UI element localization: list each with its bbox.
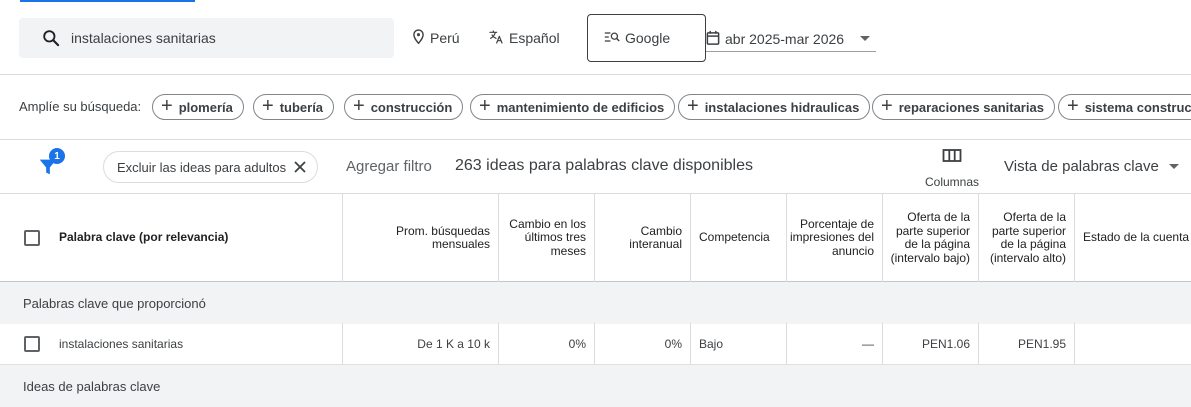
language-label: Español xyxy=(509,30,560,46)
header-bid-high[interactable]: Oferta de la parte superior de la página… xyxy=(979,194,1074,282)
location-label: Perú xyxy=(430,30,460,46)
exclude-adult-ideas-chip[interactable]: Excluir las ideas para adultos xyxy=(103,151,318,183)
search-query: instalaciones sanitarias xyxy=(71,30,216,46)
chip-label: mantenimiento de edificios xyxy=(496,99,665,115)
translate-icon xyxy=(488,29,504,48)
suggestion-chip[interactable]: + sistema construct xyxy=(1058,94,1191,120)
header-bid-low[interactable]: Oferta de la parte superior de la página… xyxy=(883,194,978,282)
table-row[interactable]: instalaciones sanitarias De 1 K a 10 k 0… xyxy=(0,323,1191,365)
yoy-change-cell: 0% xyxy=(664,337,682,351)
divider xyxy=(0,139,1191,140)
suggestion-chip[interactable]: + mantenimiento de edificios xyxy=(470,94,676,120)
caret-down-icon xyxy=(1168,164,1179,169)
date-range-selector[interactable]: abr 2025-mar 2026 xyxy=(706,26,876,52)
group-header-ideas: Ideas de palabras clave xyxy=(0,365,1191,407)
chip-label: instalaciones hidraulicas xyxy=(704,99,860,115)
columns-button[interactable]: Columnas xyxy=(921,148,983,190)
plus-icon: + xyxy=(1067,95,1079,117)
header-yoy-label: Cambio interanual xyxy=(629,223,682,251)
search-network-selector[interactable]: Google xyxy=(587,14,706,62)
active-tab-indicator xyxy=(20,0,195,2)
language-selector[interactable]: Español xyxy=(488,28,560,48)
header-avg-searches[interactable]: Prom. búsquedas mensuales xyxy=(343,194,498,282)
header-impression-share-label: Porcentaje de impresiones del anuncio xyxy=(789,216,874,258)
bid-high-cell: PEN1.95 xyxy=(1017,337,1066,351)
columns-label: Columnas xyxy=(924,175,980,189)
suggestion-chip[interactable]: + construcción xyxy=(344,94,464,120)
location-pin-icon xyxy=(412,28,425,48)
search-network-icon xyxy=(604,30,620,47)
plus-icon: + xyxy=(353,95,365,117)
header-avg-searches-label: Prom. búsquedas mensuales xyxy=(395,223,490,251)
bid-low-cell: PEN1.06 xyxy=(921,337,970,351)
chip-label: sistema construct xyxy=(1084,99,1191,115)
select-all-checkbox[interactable] xyxy=(24,230,40,246)
columns-icon xyxy=(942,148,962,167)
row-checkbox[interactable] xyxy=(24,336,40,352)
header-bid-high-label: Oferta de la parte superior de la página… xyxy=(989,210,1066,265)
chip-label: plomería xyxy=(178,99,233,115)
date-range-label: abr 2025-mar 2026 xyxy=(725,30,845,47)
view-selector[interactable]: Vista de palabras clave xyxy=(1004,158,1179,175)
ideas-count-label: 263 ideas para palabras clave disponible… xyxy=(455,157,753,174)
suggestion-chip[interactable]: + reparaciones sanitarias xyxy=(872,94,1055,120)
suggestion-chip[interactable]: + instalaciones hidraulicas xyxy=(678,94,871,120)
location-selector[interactable]: Perú xyxy=(412,28,460,48)
expand-search-label: Amplíe su búsqueda: xyxy=(19,99,142,114)
plus-icon: + xyxy=(881,95,893,117)
suggestion-chip[interactable]: + tubería xyxy=(253,94,335,120)
header-three-month-change[interactable]: Cambio en los últimos tres meses xyxy=(499,194,594,282)
add-filter-button[interactable]: Agregar filtro xyxy=(346,158,432,175)
filter-count-badge: 1 xyxy=(49,148,65,164)
filter-chip-label: Excluir las ideas para adultos xyxy=(117,159,287,175)
header-yoy-change[interactable]: Cambio interanual xyxy=(595,194,690,282)
avg-searches-cell: De 1 K a 10 k xyxy=(417,337,490,351)
search-input[interactable]: instalaciones sanitarias xyxy=(19,18,394,58)
chevron-down-icon xyxy=(860,36,870,41)
plus-icon: + xyxy=(161,95,173,117)
plus-icon: + xyxy=(479,95,491,117)
search-icon xyxy=(41,28,61,48)
chip-label: reparaciones sanitarias xyxy=(898,99,1044,115)
account-status-cell xyxy=(1075,323,1191,365)
impression-share-cell: — xyxy=(862,337,874,351)
calendar-icon xyxy=(706,30,720,48)
chip-label: construcción xyxy=(370,99,453,115)
plus-icon: + xyxy=(262,95,274,117)
group-header-provided: Palabras clave que proporcionó xyxy=(0,282,1191,324)
header-keyword[interactable]: Palabra clave (por relevancia) xyxy=(51,194,342,282)
header-impression-share[interactable]: Porcentaje de impresiones del anuncio xyxy=(787,194,882,282)
chip-label: tubería xyxy=(279,99,324,115)
table-header: Palabra clave (por relevancia) Prom. bús… xyxy=(0,194,1191,282)
plus-icon: + xyxy=(687,95,699,117)
suggestion-chip[interactable]: + plomería xyxy=(152,94,244,120)
search-network-label: Google xyxy=(625,30,671,46)
header-account-status[interactable]: Estado de la cuenta xyxy=(1075,194,1191,282)
header-competition[interactable]: Competencia xyxy=(691,194,786,282)
keyword-cell: instalaciones sanitarias xyxy=(59,337,184,351)
view-label: Vista de palabras clave xyxy=(1004,158,1159,175)
header-three-month-label: Cambio en los últimos tres meses xyxy=(509,216,586,258)
close-icon[interactable] xyxy=(291,158,309,176)
three-month-change-cell: 0% xyxy=(568,337,586,351)
header-bid-low-label: Oferta de la parte superior de la página… xyxy=(890,210,970,265)
competition-cell: Bajo xyxy=(699,337,724,351)
divider xyxy=(0,74,1191,75)
